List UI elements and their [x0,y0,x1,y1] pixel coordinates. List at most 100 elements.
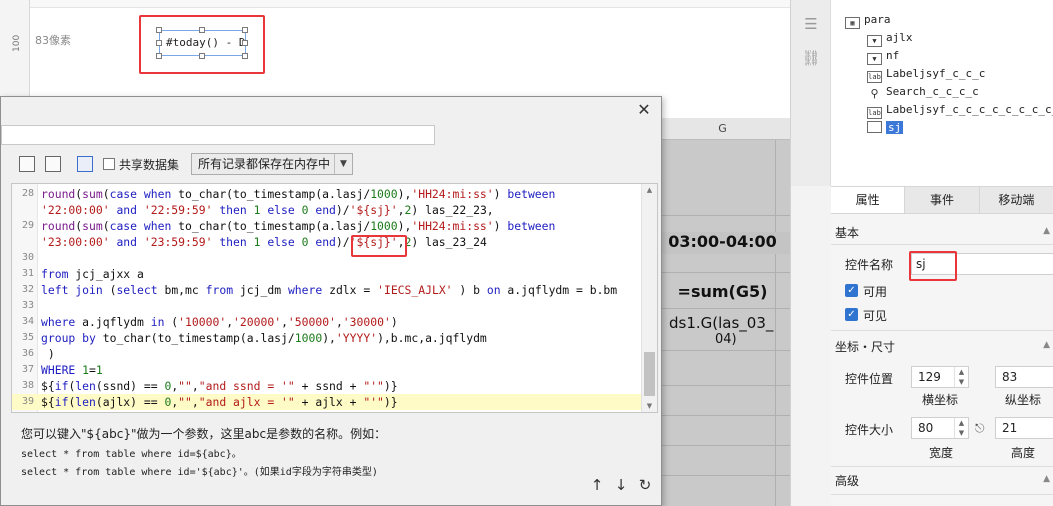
code-token: 'HH24:mi:ss' [411,187,494,201]
line-number: 30 [21,252,34,263]
sheet-cell[interactable]: 04) [655,332,790,348]
line-number: 38 [21,380,34,391]
code-token: "and ajlx = '" [198,395,295,409]
code-line[interactable]: 29 round(sum(case when to_char(to_timesta… [12,218,642,234]
pos-x-stepper[interactable]: 129 ▲ ▼ [911,366,969,388]
code-line[interactable]: 34 where a.jqflydm in ('10000','20000','5… [12,314,642,330]
size-label: 控件大小 [845,423,894,437]
code-token: (ssnd) == [95,379,165,393]
sheet-cell[interactable]: ds1.G(las_03_ [655,314,790,334]
code-token: "'" [363,395,384,409]
code-token: 1000 [294,331,323,345]
code-line[interactable]: 39 ${if(len(ajlx) == 0,"","and ajlx = '" … [12,394,642,410]
parameter-icon[interactable] [77,156,93,172]
line-number: 35 [21,332,34,343]
code-token: then [219,203,247,217]
section-coords[interactable]: 坐标・尺寸 [835,338,895,355]
link-icon[interactable]: ⛓ [801,48,821,68]
sql-editor[interactable]: 28 round(sum(case when to_char(to_timesta… [11,183,658,413]
dataset-name-input[interactable] [1,125,435,145]
code-line[interactable]: '23:00:00' and '23:59:59' then 1 else 0 … [12,234,642,250]
tree-item-label: nf [886,49,900,62]
close-icon[interactable]: ✕ [635,101,653,119]
chevron-up-icon[interactable]: ▲ [1043,340,1050,350]
stepper-arrows[interactable]: ▲ ▼ [954,418,968,438]
line-number: 31 [21,268,34,279]
code-token: '23:59:59' [143,235,213,249]
code-token: from [41,267,69,281]
label-icon: lab [867,71,882,83]
sheet-cell[interactable]: =sum(G5) [655,282,790,304]
share-dataset-checkbox[interactable] [103,158,115,170]
editor-scrollbar[interactable]: ▲ ▼ [641,184,657,412]
code-line[interactable]: 36 ) [12,346,642,362]
code-text: from jcj_ajxx a [41,266,144,282]
code-line[interactable]: 32 left join (select bm,mc from jcj_dm wh… [12,282,642,298]
refresh-icon[interactable]: ↻ [637,477,653,493]
save-mode-select[interactable]: 所有记录都保存在内存中 ▼ [191,153,353,175]
divider [831,494,1053,495]
pos-y-stepper[interactable]: 83 [995,366,1053,388]
scroll-down-icon[interactable]: ▼ [642,402,657,410]
height-stepper[interactable]: 21 [995,417,1053,439]
enabled-checkbox[interactable]: ✓ [845,284,858,297]
code-token: end [315,203,336,217]
preview-icon[interactable] [19,156,35,172]
code-token: 'YYYY' [335,331,378,345]
code-line[interactable]: '22:00:00' and '22:59:59' then 1 else 0 … [12,202,642,218]
code-token: zdlx = [322,283,378,297]
code-line[interactable]: 38 ${if(len(ssnd) == 0,"","and ssnd = '" … [12,378,642,394]
chevron-up-icon[interactable]: ▲ [1043,474,1050,484]
lock-icon[interactable]: ⎋ [975,421,985,436]
code-line[interactable]: 28 round(sum(case when to_char(to_timesta… [12,186,642,202]
scroll-up-icon[interactable]: ▲ [642,186,657,194]
widget-tree-icon[interactable]: ☰ [801,14,821,34]
code-token: '50000' [287,315,336,329]
code-token: ( [102,219,110,233]
code-line[interactable]: 31 from jcj_ajxx a [12,266,642,282]
width-stepper[interactable]: 80 ▲ ▼ [911,417,969,439]
code-token: '10000' [178,315,227,329]
tree-item-label: sj [886,121,904,134]
tree-item[interactable]: lab Labeljsyf_c_c_c_c_c_c_c_c_c [867,102,1053,119]
tree-item-label: para [864,13,891,26]
visible-checkbox[interactable]: ✓ [845,308,858,321]
code-line[interactable]: 30 [12,250,642,266]
tab-properties[interactable]: 属性 [831,187,906,213]
height-caption: 高度 [1011,446,1036,460]
tab-events[interactable]: 事件 [905,187,980,213]
sheet-cell[interactable]: 03:00-04:00 [655,232,790,254]
tree-item[interactable]: ▦ para [845,12,891,29]
column-header-g[interactable]: G [655,118,790,140]
chevron-up-icon[interactable]: ▲ [1043,226,1050,236]
stepper-arrows[interactable]: ▲ ▼ [954,367,968,387]
save-mode-value: 所有记录都保存在内存中 [198,157,331,171]
pos-y-value: 83 [1002,370,1018,384]
code-token: , [335,315,343,329]
tree-item[interactable]: ⚲ Search_c_c_c_c [867,84,979,101]
tree-item-label: Labeljsyf_c_c_c [886,67,986,80]
code-line[interactable]: 35 group by to_char(to_timestamp(a.lasj/1… [12,330,642,346]
code-token: "'" [363,379,384,393]
tree-item[interactable]: lab Labeljsyf_c_c_c [867,66,986,83]
tree-item-selected[interactable]: sj [867,120,904,136]
code-token: WHERE [41,363,76,377]
code-token: = [89,363,96,377]
tree-item[interactable]: ▼ ajlx [867,30,913,47]
code-token: ), [397,219,412,233]
scroll-thumb[interactable] [644,352,655,396]
code-line[interactable]: 37 WHERE 1=1 [12,362,642,378]
arrow-up-icon[interactable]: ↑ [589,477,605,493]
tab-mobile[interactable]: 移动端 [980,187,1053,213]
line-number: 32 [21,284,34,295]
database-icon[interactable] [45,156,61,172]
textbox-icon [867,121,882,133]
code-line[interactable]: 33 [12,298,642,314]
tree-item[interactable]: ▼ nf [867,48,900,65]
section-advanced[interactable]: 高级 [835,472,859,489]
arrow-down-icon[interactable]: ↓ [613,477,629,493]
chevron-down-icon[interactable]: ▼ [334,154,352,174]
section-basic[interactable]: 基本 [835,224,859,241]
